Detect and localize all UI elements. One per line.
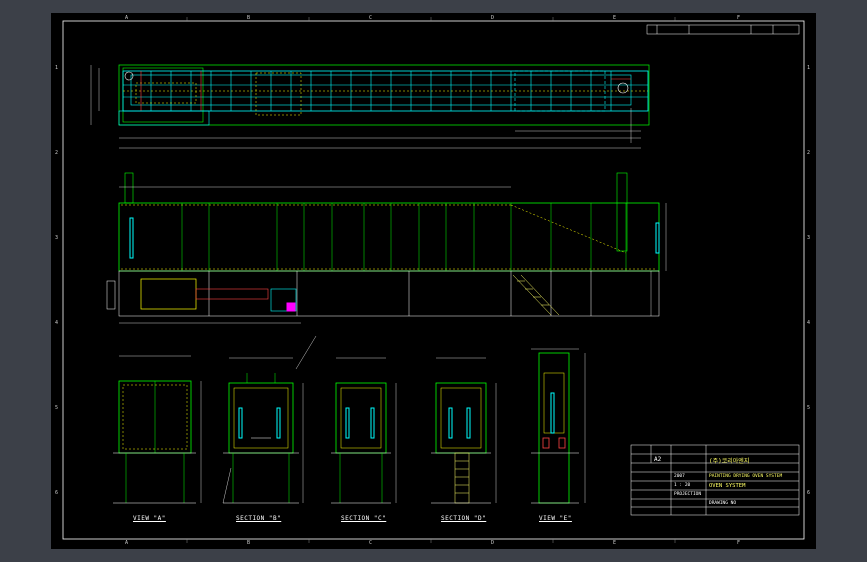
zone-label: F: [737, 540, 741, 546]
zone-label: E: [613, 15, 617, 21]
zone-label: 1: [55, 65, 59, 71]
section-b: [222, 335, 317, 504]
view-label: VIEW "E": [539, 515, 572, 522]
project-name: PAINTING DRYING OVEN SYSTEM: [709, 474, 783, 479]
view-label: SECTION "C": [341, 515, 387, 522]
view-a: [113, 355, 202, 504]
zone-label: B: [247, 540, 251, 546]
sheet-border: [62, 20, 805, 540]
elevation-view: [106, 172, 667, 324]
section-d: [431, 357, 497, 504]
zone-label: A: [125, 540, 129, 546]
drawing-scale: 1 : 20: [674, 483, 691, 488]
revision-block: [646, 24, 800, 35]
drawing-date: 2007: [674, 474, 685, 479]
sheet-size: A2: [654, 456, 662, 463]
view-e: [531, 348, 586, 504]
drawing-sheet: A B C D E F A B C D E F 1 2 3 4 5 6 1 2 …: [51, 13, 816, 549]
zone-label: F: [737, 15, 741, 21]
zone-label: E: [613, 540, 617, 546]
zone-label: C: [369, 15, 373, 21]
zone-label: 2: [55, 150, 59, 156]
zone-label: 6: [807, 490, 811, 496]
zone-label: 5: [807, 405, 811, 411]
zone-label: 4: [55, 320, 59, 326]
drawing-title: OVEN SYSTEM: [709, 483, 746, 489]
zone-label: A: [125, 15, 129, 21]
view-label: VIEW "A": [133, 515, 166, 522]
zone-label: 2: [807, 150, 811, 156]
zone-label: 6: [55, 490, 59, 496]
zone-label: 5: [55, 405, 59, 411]
zone-label: B: [247, 15, 251, 21]
zone-label: D: [491, 540, 495, 546]
zone-label: D: [491, 15, 495, 21]
view-label: SECTION "D": [441, 515, 487, 522]
section-c: [331, 357, 397, 504]
company-name: (주)코리아엔지: [709, 458, 750, 465]
cad-drawing: [62, 17, 805, 543]
zone-label: C: [369, 540, 373, 546]
zone-label: 4: [807, 320, 811, 326]
view-label: SECTION "B": [236, 515, 282, 522]
zone-label: 1: [807, 65, 811, 71]
plan-view: [90, 64, 650, 149]
zone-label: 3: [807, 235, 811, 241]
projection-label: PROJECTION: [674, 492, 702, 497]
drawing-number: DRAWING NO: [709, 501, 737, 506]
zone-label: 3: [55, 235, 59, 241]
